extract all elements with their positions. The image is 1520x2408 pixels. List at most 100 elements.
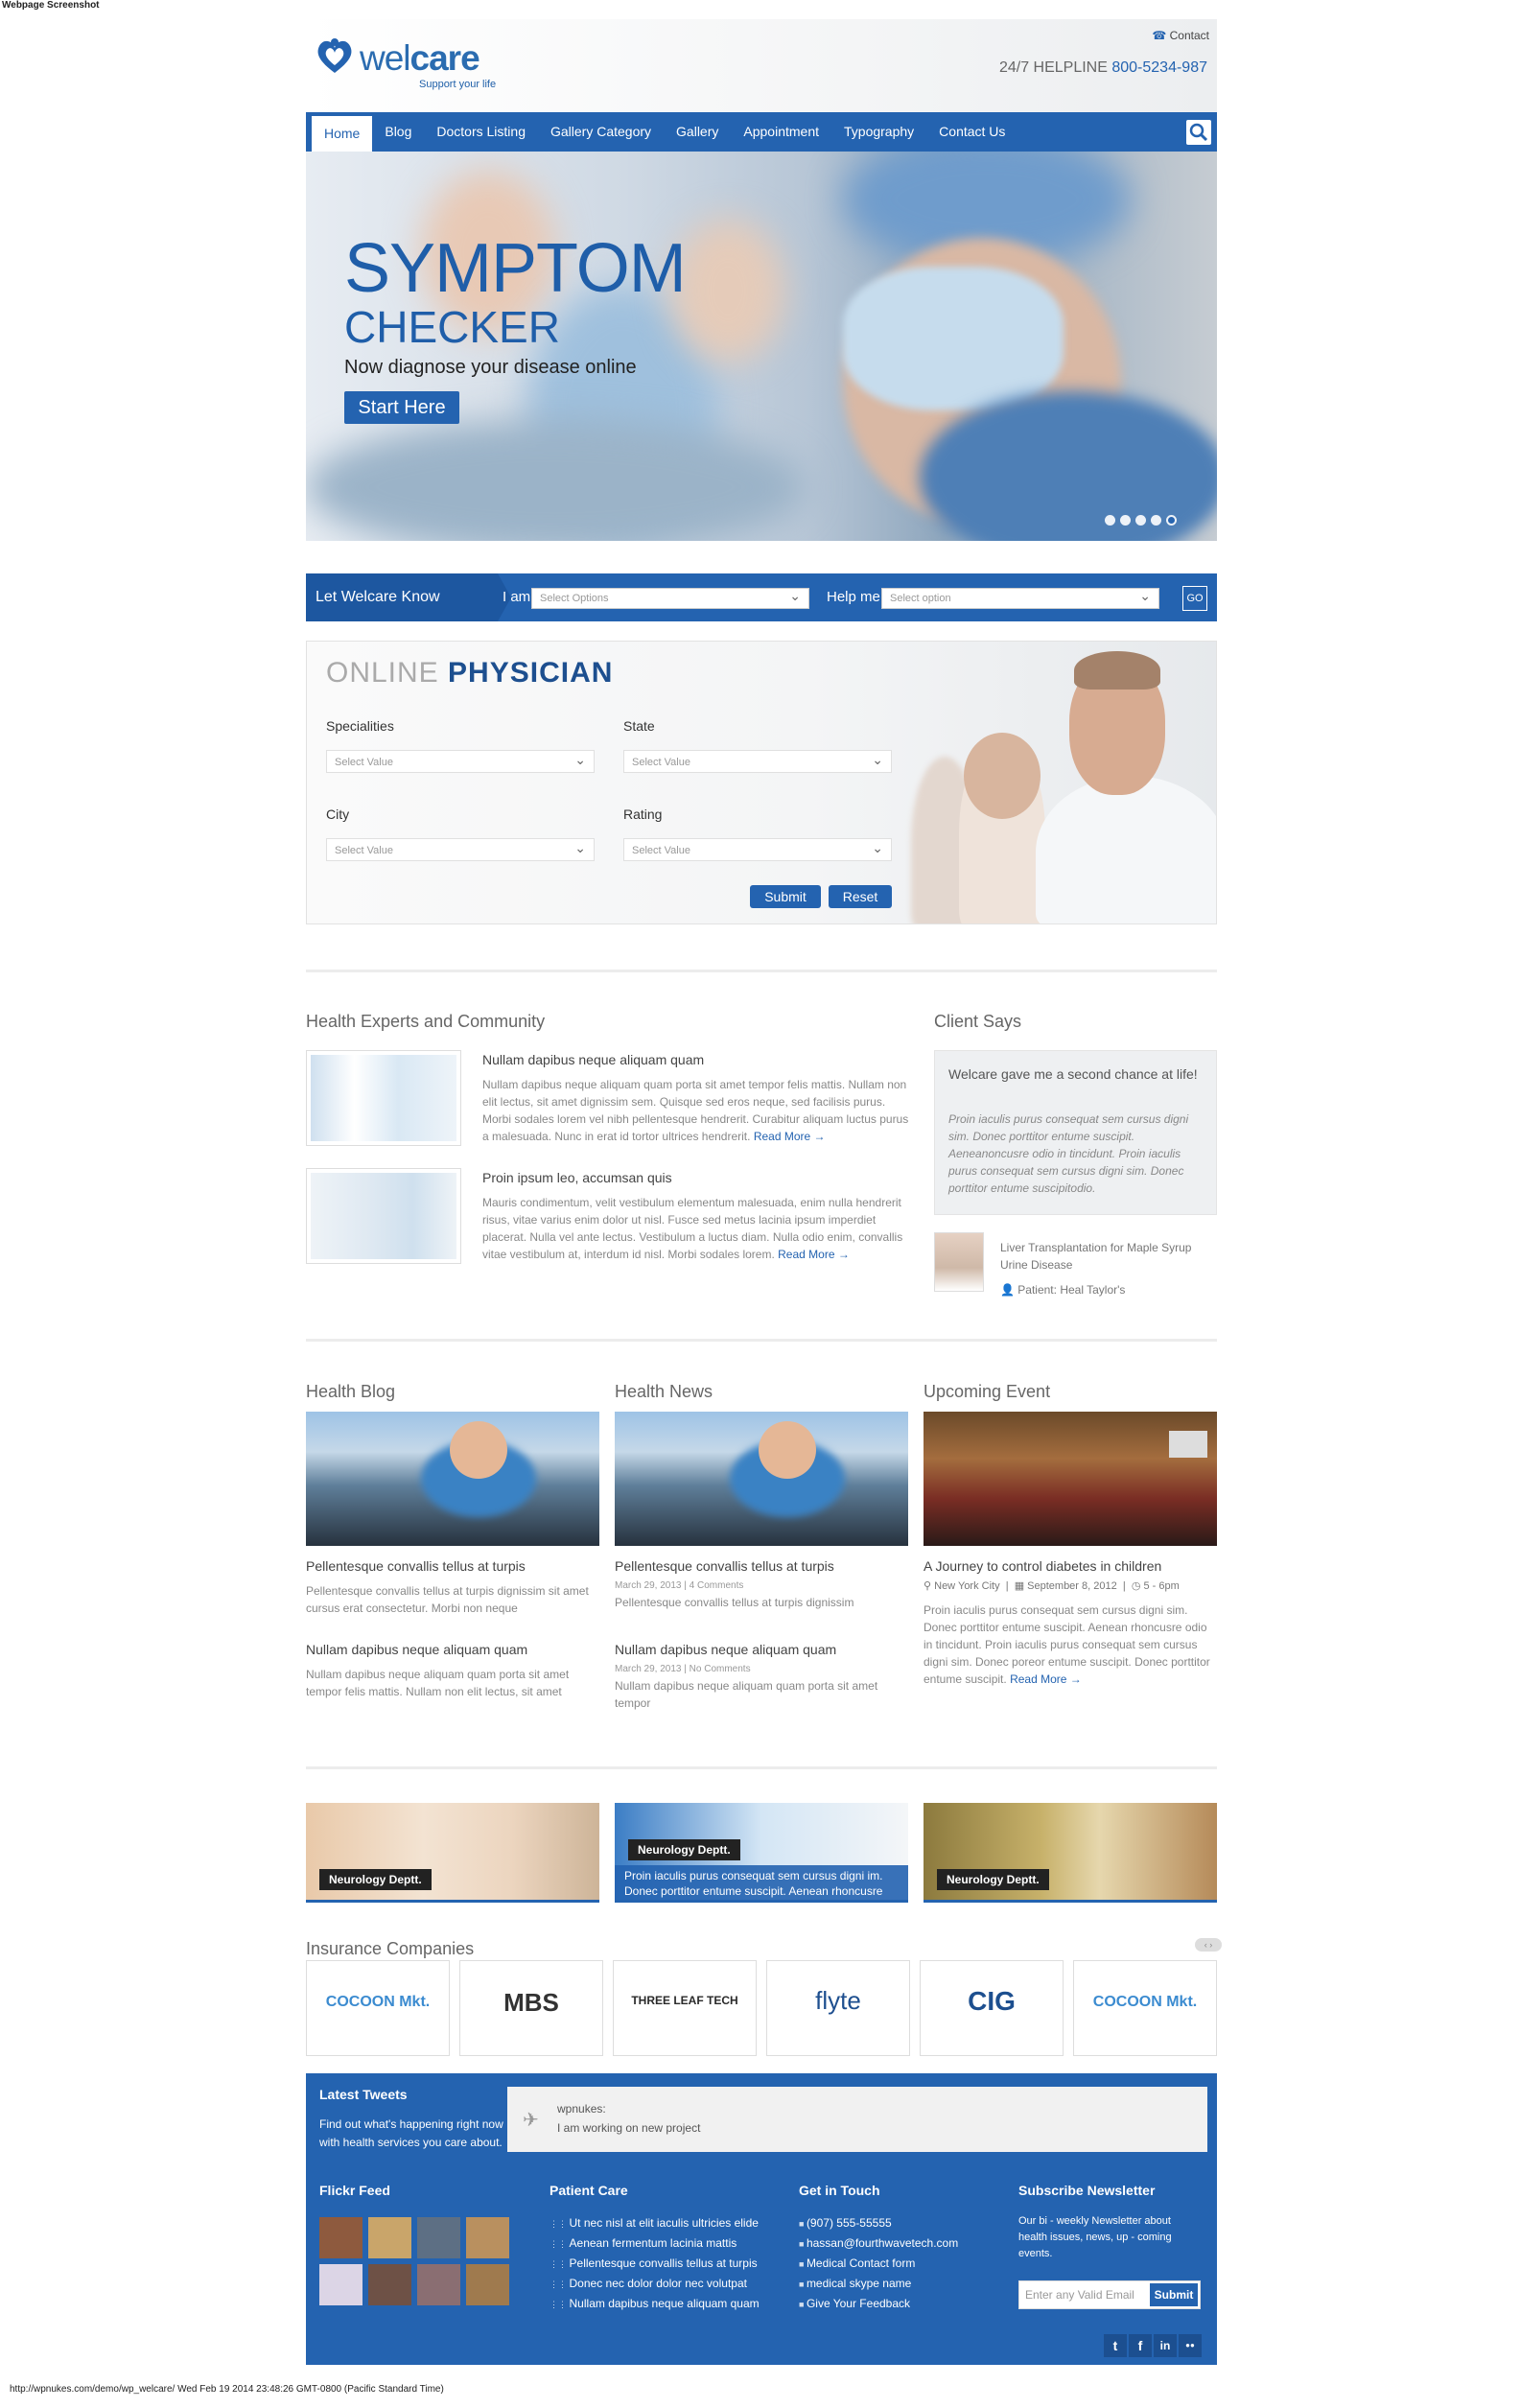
slider-dot[interactable] xyxy=(1135,515,1146,526)
news-image[interactable] xyxy=(615,1412,908,1546)
patient-care-link[interactable]: Pellentesque convallis tellus at turpis xyxy=(550,2254,760,2274)
event-title[interactable]: A Journey to control diabetes in childre… xyxy=(924,1558,1161,1574)
slider-dot-active[interactable] xyxy=(1166,515,1177,526)
submit-button[interactable]: Submit xyxy=(750,885,821,908)
reset-button[interactable]: Reset xyxy=(829,885,892,908)
nav-doctors-listing[interactable]: Doctors Listing xyxy=(424,112,538,152)
newsletter-heading: Subscribe Newsletter xyxy=(1018,2183,1156,2198)
patient-care-link[interactable]: Ut nec nisl at elit iaculis ultricies el… xyxy=(550,2213,760,2233)
news-post-meta: March 29, 2013 | 4 Comments xyxy=(615,1580,744,1591)
patient-care-link[interactable]: Nullam dapibus neque aliquam quam xyxy=(550,2294,760,2314)
tweet-user[interactable]: wpnukes: xyxy=(557,2102,606,2116)
insurance-logo-text: flyte xyxy=(815,1986,861,2015)
insurance-logo[interactable]: COCOON Mkt. xyxy=(306,1960,450,2056)
client-heading: Client Says xyxy=(934,1012,1022,1031)
location-icon: ⚲ xyxy=(924,1580,935,1592)
nav-typography[interactable]: Typography xyxy=(831,112,926,152)
flickr-thumb[interactable] xyxy=(368,2217,411,2258)
news-comments[interactable]: No Comments xyxy=(690,1664,751,1674)
patient-care-link[interactable]: Donec nec dolor dolor nec volutpat xyxy=(550,2274,760,2294)
expert-post-body: Nullam dapibus neque aliquam quam porta … xyxy=(482,1076,914,1145)
insurance-logo[interactable]: flyte xyxy=(766,1960,910,2056)
email-item[interactable]: hassan@fourthwavetech.com xyxy=(799,2233,958,2254)
insurance-logo[interactable]: COCOON Mkt. xyxy=(1073,1960,1217,2056)
patient-label: Patient: xyxy=(1017,1283,1057,1297)
dept-card-active[interactable]: Neurology Deptt. Proin iaculis purus con… xyxy=(615,1803,908,1903)
blog-image[interactable] xyxy=(306,1412,599,1546)
flickr-thumb[interactable] xyxy=(368,2264,411,2305)
search-button[interactable] xyxy=(1186,120,1211,145)
skype-item[interactable]: medical skype name xyxy=(799,2274,958,2294)
tweets-heading: Latest Tweets xyxy=(319,2087,408,2102)
insurance-heading: Insurance Companies xyxy=(306,1939,475,1958)
go-button[interactable]: GO xyxy=(1182,586,1207,611)
slider-dot[interactable] xyxy=(1105,515,1115,526)
phone-item[interactable]: (907) 555-55555 xyxy=(799,2213,958,2233)
expert-post-image[interactable] xyxy=(306,1050,461,1146)
blog-post-title[interactable]: Nullam dapibus neque aliquam quam xyxy=(306,1642,527,1657)
expert-post-title[interactable]: Proin ipsum leo, accumsan quis xyxy=(482,1170,672,1185)
state-select[interactable]: Select Value xyxy=(623,748,892,773)
slider-dot[interactable] xyxy=(1151,515,1161,526)
flickr-thumb[interactable] xyxy=(466,2217,509,2258)
news-post-title[interactable]: Pellentesque convallis tellus at turpis xyxy=(615,1558,834,1574)
nav-gallery[interactable]: Gallery xyxy=(664,112,731,152)
contact-link[interactable]: ☎ Contact xyxy=(1152,29,1209,42)
logo-text[interactable]: welcare xyxy=(360,38,480,79)
read-more-link[interactable]: Read More → xyxy=(754,1130,826,1143)
dept-label: Neurology Deptt. xyxy=(628,1839,740,1860)
flickr-thumb[interactable] xyxy=(417,2217,460,2258)
carousel-arrows[interactable]: ‹ › xyxy=(1195,1938,1222,1952)
nav-contact-us[interactable]: Contact Us xyxy=(926,112,1017,152)
start-here-button[interactable]: Start Here xyxy=(344,391,459,424)
dept-card[interactable]: Neurology Deptt. xyxy=(306,1803,599,1903)
insurance-logo[interactable]: THREE LEAF TECH xyxy=(613,1960,757,2056)
flickr-thumb[interactable] xyxy=(466,2264,509,2305)
contact-form-item[interactable]: Medical Contact form xyxy=(799,2254,958,2274)
expert-post-image[interactable] xyxy=(306,1168,461,1264)
phone-icon: ☎ xyxy=(1152,29,1170,42)
blog-post-title[interactable]: Pellentesque convallis tellus at turpis xyxy=(306,1558,526,1574)
rating-label: Rating xyxy=(623,807,663,822)
flickr-thumb[interactable] xyxy=(319,2217,362,2258)
patient-care-link[interactable]: Aenean fermentum lacinia mattis xyxy=(550,2233,760,2254)
feedback-item[interactable]: Give Your Feedback xyxy=(799,2294,958,2314)
dept-card[interactable]: Neurology Deptt. xyxy=(924,1803,1217,1903)
event-image[interactable] xyxy=(924,1412,1217,1546)
insurance-logo[interactable]: MBS xyxy=(459,1960,603,2056)
rating-select[interactable]: Select Value xyxy=(623,836,892,861)
expert-post-title[interactable]: Nullam dapibus neque aliquam quam xyxy=(482,1052,704,1067)
nav-gallery-category[interactable]: Gallery Category xyxy=(538,112,664,152)
nav-appointment[interactable]: Appointment xyxy=(731,112,831,152)
iam-select[interactable]: Select Options xyxy=(531,586,809,609)
physician-title: ONLINE PHYSICIAN xyxy=(326,657,613,690)
read-more-link[interactable]: Read More → xyxy=(1010,1672,1082,1686)
news-comments[interactable]: 4 Comments xyxy=(690,1580,744,1591)
testimonial-case: Liver Transplantation for Maple Syrup Ur… xyxy=(1000,1241,1192,1272)
insurance-logo[interactable]: CIG xyxy=(920,1960,1064,2056)
newsletter-email-input[interactable]: Enter any Valid Email xyxy=(1025,2288,1134,2302)
facebook-icon[interactable]: f xyxy=(1129,2334,1152,2357)
contact-label: Contact xyxy=(1169,29,1209,42)
read-more-link[interactable]: Read More → xyxy=(778,1248,850,1261)
news-post-body: Nullam dapibus neque aliquam quam porta … xyxy=(615,1679,878,1710)
event-body: Proin iaculis purus consequat sem cursus… xyxy=(924,1601,1217,1688)
help-select[interactable]: Select option xyxy=(881,586,1159,609)
nav-blog[interactable]: Blog xyxy=(372,112,424,152)
slider-dot[interactable] xyxy=(1120,515,1131,526)
twitter-icon[interactable]: t xyxy=(1104,2334,1127,2357)
specialities-select[interactable]: Select Value xyxy=(326,748,595,773)
newsletter-submit-button[interactable]: Submit xyxy=(1150,2283,1198,2306)
news-heading: Health News xyxy=(615,1382,713,1401)
city-label: City xyxy=(326,807,350,822)
news-post-title[interactable]: Nullam dapibus neque aliquam quam xyxy=(615,1642,836,1657)
flickr-thumb[interactable] xyxy=(319,2264,362,2305)
expert-post-body: Mauris condimentum, velit vestibulum ele… xyxy=(482,1194,914,1263)
nav-home[interactable]: Home xyxy=(312,116,373,152)
linkedin-icon[interactable]: in xyxy=(1154,2334,1177,2357)
clock-icon: ◷ xyxy=(1131,1580,1144,1592)
city-select[interactable]: Select Value xyxy=(326,836,595,861)
flickr-thumb[interactable] xyxy=(417,2264,460,2305)
physician-title-light: ONLINE xyxy=(326,657,439,689)
flickr-icon[interactable]: ●● xyxy=(1179,2334,1202,2357)
